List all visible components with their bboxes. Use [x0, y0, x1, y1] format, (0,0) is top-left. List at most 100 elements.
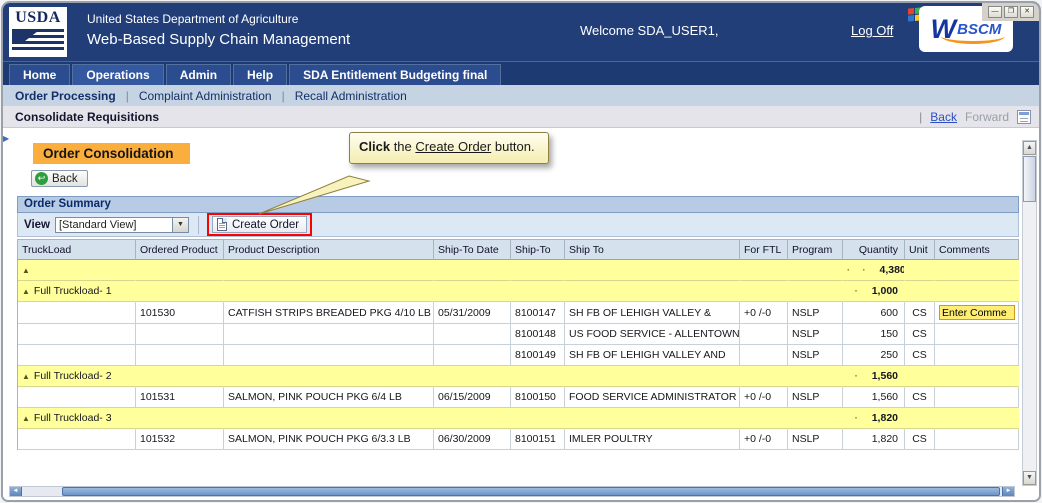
app-window: USDA United States Department of Agricul…	[1, 1, 1041, 502]
create-order-button[interactable]: Create Order	[212, 216, 307, 233]
column-header-product-description[interactable]: Product Description	[224, 239, 434, 260]
column-header-comments[interactable]: Comments	[935, 239, 1019, 260]
nav-tabs: HomeOperationsAdminHelpSDA Entitlement B…	[3, 61, 1039, 85]
collapse-arrow-icon[interactable]: ▲	[22, 266, 30, 275]
breadcrumb-bar: Consolidate Requisitions | Back Forward	[3, 106, 1039, 128]
table-row: 101532SALMON, PINK POUCH PKG 6/3.3 LB06/…	[18, 429, 1019, 450]
column-header-quantity[interactable]: Quantity	[843, 239, 905, 260]
history-back-link[interactable]: Back	[930, 110, 957, 124]
callout-tail	[251, 174, 371, 216]
window-controls: — ❐ ✕	[982, 3, 1039, 21]
group-row: ▲ Full Truckload- 2 · 1,560	[18, 366, 1019, 387]
vertical-scroll-track[interactable]	[1023, 155, 1036, 471]
sum-dot-icon: ·	[855, 286, 863, 296]
org-name: United States Department of Agriculture	[87, 12, 298, 26]
usda-logo: USDA	[9, 7, 67, 57]
group-row: ▲Full Truckload- 3·1,820	[18, 408, 1019, 429]
vertical-scroll-thumb[interactable]	[1023, 156, 1036, 202]
tab-help[interactable]: Help	[233, 64, 287, 85]
close-button[interactable]: ✕	[1020, 6, 1034, 18]
horizontal-scroll-track[interactable]	[22, 487, 1002, 496]
app-header: USDA United States Department of Agricul…	[3, 3, 1039, 61]
sum-dot-icon: ·	[855, 413, 863, 423]
tab-home[interactable]: Home	[9, 64, 70, 85]
table-row: 101530CATFISH STRIPS BREADED PKG 4/10 LB…	[18, 302, 1019, 324]
collapse-arrow-icon[interactable]: ▲	[22, 287, 30, 296]
quantity-value: 150	[880, 328, 898, 340]
history-separator: |	[919, 110, 922, 124]
order-table-body: ▲ · · 4,380 ▲ Full Truckload- 1 · 1,000 101530C…	[18, 260, 1019, 450]
usda-logo-text: USDA	[12, 9, 64, 27]
restore-button[interactable]: ❐	[1004, 6, 1018, 18]
usda-flag-stripes	[12, 29, 64, 53]
column-header-for-ftl[interactable]: For FTL	[740, 239, 788, 260]
tab-operations[interactable]: Operations	[72, 64, 163, 85]
history-forward-link[interactable]: Forward	[965, 110, 1009, 124]
group-row: ▲ Full Truckload- 1 · 1,000	[18, 281, 1019, 302]
sum-dot-icon: · ·	[847, 265, 871, 275]
callout-tail-text: button.	[491, 139, 534, 154]
wbscm-swoosh	[941, 28, 1005, 44]
callout-underlined: Create Order	[415, 139, 491, 154]
back-arrow-icon: ↩	[35, 172, 48, 185]
create-order-highlight: Create Order	[207, 213, 312, 236]
quantity-value: 1,820	[872, 433, 898, 445]
scroll-down-button[interactable]: ▼	[1023, 471, 1036, 485]
quantity-value: 250	[880, 349, 898, 361]
collapse-arrow-icon[interactable]: ▲	[22, 372, 30, 381]
scroll-right-button[interactable]: ►	[1002, 487, 1014, 496]
breadcrumb-title: Consolidate Requisitions	[15, 110, 159, 124]
content-area: ▶ Order Consolidation ↩ Back Order Summa…	[3, 128, 1039, 500]
table-header-row: TruckLoadOrdered ProductProduct Descript…	[18, 239, 1019, 260]
truckload-label: Full Truckload- 1	[34, 285, 112, 297]
column-header-truckload[interactable]: TruckLoad	[18, 239, 136, 260]
table-row: 8100149SH FB OF LEHIGH VALLEY ANDNSLP250…	[18, 345, 1019, 366]
minimize-button[interactable]: —	[988, 6, 1002, 18]
quantity-value: 1,000	[872, 285, 898, 297]
column-header-program[interactable]: Program	[788, 239, 843, 260]
quantity-value: 1,560	[872, 391, 898, 403]
subnav-item-order-processing[interactable]: Order Processing	[15, 89, 126, 103]
column-header-ship-to[interactable]: Ship To	[565, 239, 740, 260]
collapse-arrow-icon[interactable]: ▲	[22, 414, 30, 423]
log-off-link[interactable]: Log Off	[851, 23, 893, 38]
welcome-text: Welcome SDA_USER1,	[580, 23, 718, 38]
back-button-label: Back	[52, 173, 78, 185]
horizontal-scrollbar[interactable]: ◄ ►	[9, 486, 1015, 497]
column-header-ship-to[interactable]: Ship-To	[511, 239, 565, 260]
column-header-ship-to-date[interactable]: Ship-To Date	[434, 239, 511, 260]
page-menu-icon[interactable]	[1017, 110, 1031, 124]
panel-expand-icon[interactable]: ▶	[3, 131, 12, 146]
callout: Click the Create Order button.	[349, 132, 549, 164]
group-row: ▲ · · 4,380	[18, 260, 1019, 281]
callout-middle: the	[390, 139, 415, 154]
page-title: Order Consolidation	[33, 143, 190, 164]
comment-input[interactable]	[939, 305, 1015, 320]
quantity-value: 1,560	[872, 370, 898, 382]
table-toolbar: View [Standard View] ▼ Create Order	[17, 213, 1019, 237]
scroll-up-button[interactable]: ▲	[1023, 141, 1036, 155]
toolbar-divider	[198, 216, 199, 234]
column-header-ordered-product[interactable]: Ordered Product	[136, 239, 224, 260]
horizontal-scroll-thumb[interactable]	[62, 487, 1000, 496]
order-summary-bar: Order Summary	[17, 196, 1019, 213]
view-label: View	[24, 219, 50, 231]
quantity-value: 4,380	[880, 264, 906, 276]
column-header-unit[interactable]: Unit	[905, 239, 935, 260]
scroll-left-button[interactable]: ◄	[10, 487, 22, 496]
sum-dot-icon: ·	[855, 371, 863, 381]
vertical-scrollbar[interactable]: ▲ ▼	[1022, 140, 1037, 486]
tab-admin[interactable]: Admin	[166, 64, 231, 85]
tab-sda-entitlement-budgeting-final[interactable]: SDA Entitlement Budgeting final	[289, 64, 501, 85]
truckload-label: Full Truckload- 2	[34, 370, 112, 382]
view-dropdown-button[interactable]: ▼	[173, 217, 189, 233]
new-document-icon	[217, 218, 227, 231]
quantity-value: 600	[880, 307, 898, 319]
subnav-item-complaint-administration[interactable]: Complaint Administration	[129, 89, 282, 103]
view-select[interactable]: [Standard View]	[55, 217, 173, 233]
subnav-item-recall-administration[interactable]: Recall Administration	[285, 89, 417, 103]
truckload-label: Full Truckload- 3	[34, 412, 112, 424]
order-table: TruckLoadOrdered ProductProduct Descript…	[17, 239, 1019, 450]
back-button[interactable]: ↩ Back	[31, 170, 88, 187]
table-row: 8100148US FOOD SERVICE - ALLENTOWNNSLP15…	[18, 324, 1019, 345]
